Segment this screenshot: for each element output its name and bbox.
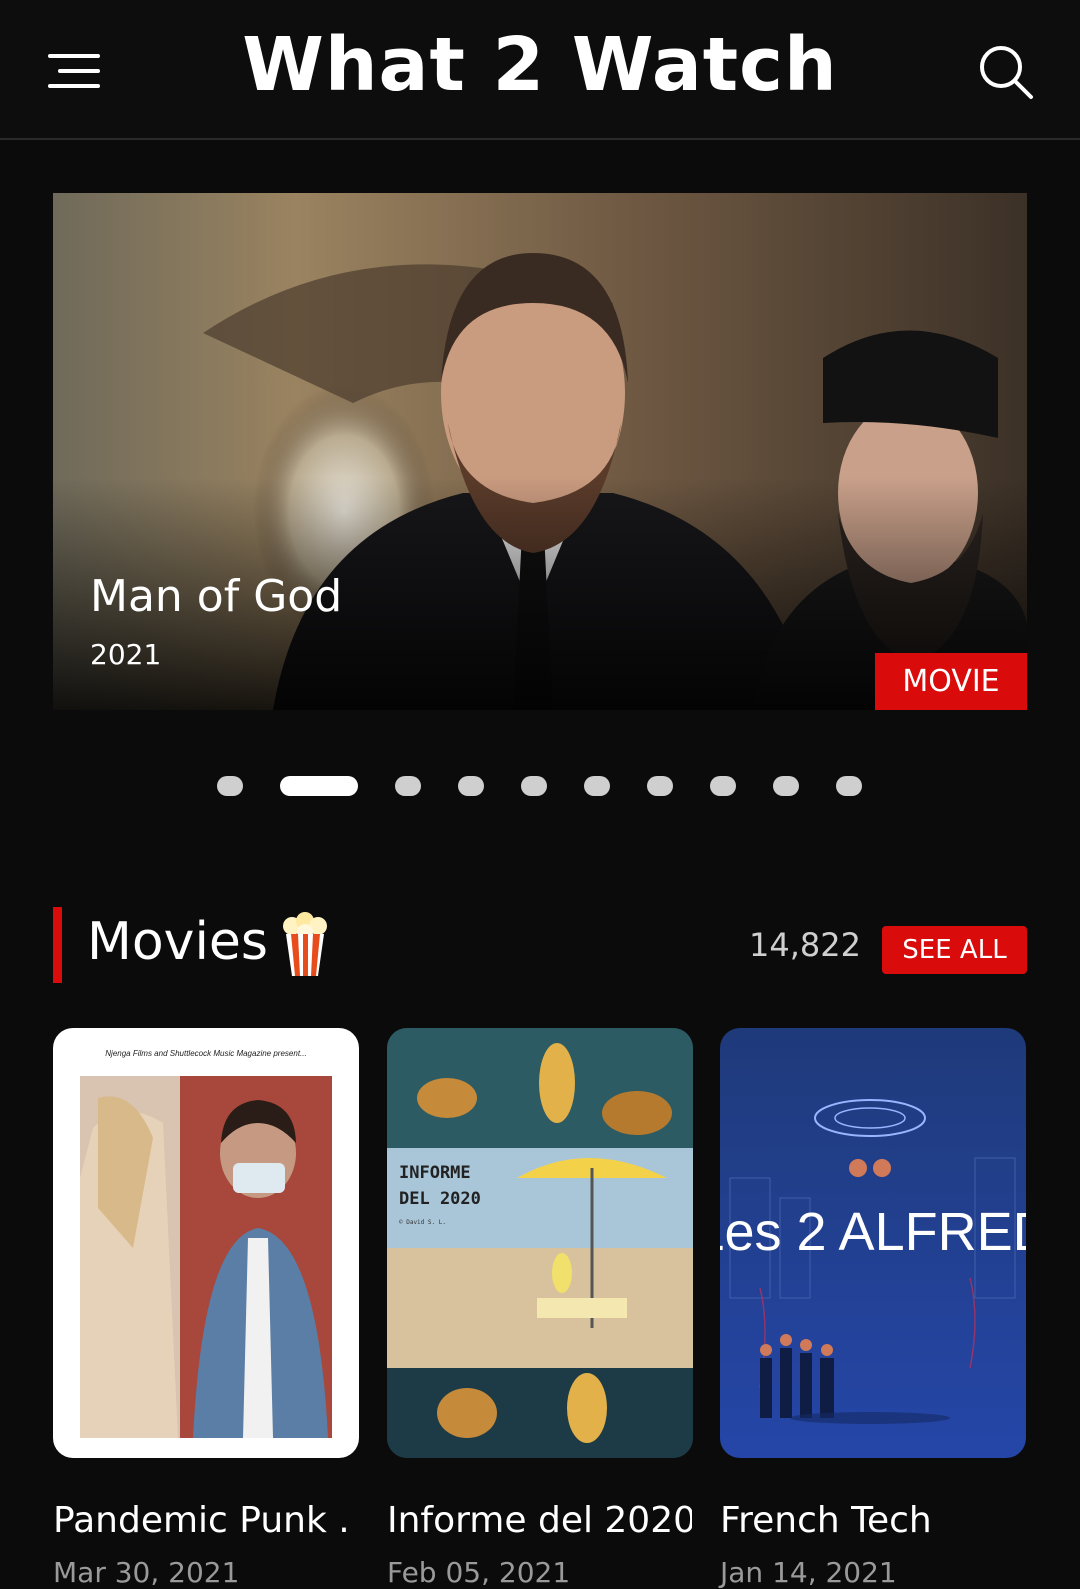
poster-title-line-1: INFORME <box>399 1163 471 1183</box>
hero-image <box>53 193 1027 710</box>
see-all-button[interactable]: SEE ALL <box>882 926 1027 974</box>
carousel-dot[interactable] <box>395 776 421 796</box>
movie-poster-3: Les 2 ALFRED <box>720 1028 1026 1458</box>
carousel-dot[interactable] <box>584 776 610 796</box>
app-title: What 2 Watch <box>242 22 838 108</box>
poster-title: Les 2 ALFRED <box>720 1202 1026 1262</box>
movie-poster-1: Njenga Films and Shuttlecock Music Magaz… <box>53 1028 359 1458</box>
section-count: 14,822 <box>749 926 861 964</box>
movie-date-1: Mar 30, 2021 <box>53 1556 240 1589</box>
movie-card-1[interactable]: Njenga Films and Shuttlecock Music Magaz… <box>53 1028 359 1458</box>
carousel-dot[interactable] <box>710 776 736 796</box>
poster-title-line-2: DEL 2020 <box>399 1189 481 1209</box>
movie-title-3[interactable]: French Tech <box>720 1500 1040 1541</box>
poster-caption: Njenga Films and Shuttlecock Music Magaz… <box>105 1049 306 1058</box>
search-icon[interactable] <box>976 42 1036 102</box>
movie-date-3: Jan 14, 2021 <box>720 1556 897 1589</box>
app-header: What 2 Watch <box>0 0 1080 140</box>
hero-banner[interactable]: Man of God 2021 MOVIE <box>53 193 1027 710</box>
section-accent-bar <box>53 907 62 983</box>
carousel-dot[interactable] <box>773 776 799 796</box>
section-title: Movies <box>87 912 268 972</box>
movie-card-2[interactable]: INFORME DEL 2020 © David S. L. <box>387 1028 693 1458</box>
hero-type-badge: MOVIE <box>875 653 1027 710</box>
hero-year: 2021 <box>90 638 162 671</box>
carousel-dot[interactable] <box>217 776 243 796</box>
carousel-dot-active[interactable] <box>280 776 358 796</box>
movie-date-2: Feb 05, 2021 <box>387 1556 571 1589</box>
poster-credit: © David S. L. <box>399 1219 446 1226</box>
popcorn-icon <box>283 912 327 976</box>
carousel-indicator <box>0 776 1080 798</box>
carousel-dot[interactable] <box>836 776 862 796</box>
movie-title-1[interactable]: Pandemic Punk ... <box>53 1500 353 1541</box>
carousel-dot[interactable] <box>647 776 673 796</box>
carousel-dot[interactable] <box>521 776 547 796</box>
movie-poster-2: INFORME DEL 2020 © David S. L. <box>387 1028 693 1458</box>
movie-card-3[interactable]: Les 2 ALFRED <box>720 1028 1026 1458</box>
carousel-dot[interactable] <box>458 776 484 796</box>
hero-title: Man of God <box>90 571 343 622</box>
movie-title-2[interactable]: Informe del 2020 <box>387 1500 692 1541</box>
